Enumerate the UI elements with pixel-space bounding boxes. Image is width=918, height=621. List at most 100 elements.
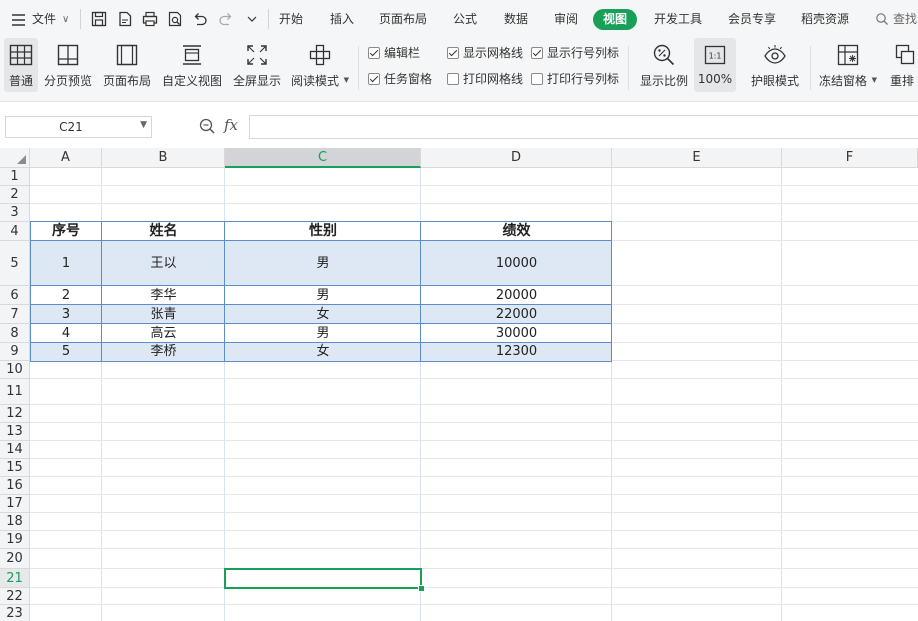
table-cell[interactable]: 女 [225,343,421,361]
row-header-17[interactable]: 17 [0,495,30,513]
row-header-14[interactable]: 14 [0,441,30,459]
table-cell[interactable]: 30000 [421,324,612,343]
table-cell[interactable]: 高云 [102,324,225,343]
row-header-16[interactable]: 16 [0,477,30,495]
row-header-6[interactable]: 6 [0,286,30,305]
select-all-corner[interactable] [0,148,30,168]
row-header-11[interactable]: 11 [0,379,30,405]
row-header-3[interactable]: 3 [0,204,30,222]
table-cell[interactable]: 王以 [102,241,225,286]
table-cell[interactable]: 李华 [102,286,225,305]
chevron-down-icon[interactable]: ∨ [62,12,69,28]
spreadsheet-grid[interactable]: A B C D E F 1 2 3 4 5 6 7 8 9 10 11 12 1… [0,148,918,621]
checkbox-unchecked[interactable] [447,73,459,85]
table-cell[interactable]: 5 [30,343,102,361]
tab-docer-resources[interactable]: 稻壳资源 [801,11,849,27]
row-header-13[interactable]: 13 [0,423,30,441]
reading-mode-dropdown-icon[interactable]: ▼ [344,76,349,84]
page-break-preview-button[interactable]: 分页预览 [42,38,94,92]
tab-member[interactable]: 会员专享 [728,11,776,27]
redo-icon[interactable] [217,10,235,28]
freeze-panes-dropdown-icon[interactable]: ▼ [872,76,877,84]
row-header-12[interactable]: 12 [0,405,30,423]
zoom-100-button[interactable]: 1:1 100% [694,38,736,92]
search-icon[interactable] [875,12,889,26]
undo-icon[interactable] [191,10,209,28]
file-menu[interactable]: 文件 [32,11,56,27]
table-cell[interactable]: 男 [225,241,421,286]
custom-view-button[interactable]: 自定义视图 [160,38,224,92]
checkbox-unchecked[interactable] [531,73,543,85]
row-header-5[interactable]: 5 [0,241,30,286]
customize-toolbar-icon[interactable] [243,10,261,28]
hamburger-menu-icon[interactable] [10,11,28,29]
column-header-d[interactable]: D [421,148,612,168]
tab-insert[interactable]: 插入 [330,11,354,27]
page-layout-view-button[interactable]: 页面布局 [100,38,154,92]
active-cell[interactable] [224,568,422,589]
row-header-7[interactable]: 7 [0,305,30,324]
checkbox-checked[interactable] [368,47,380,59]
tab-page-layout[interactable]: 页面布局 [379,11,427,27]
insert-function-icon[interactable]: fx [224,116,238,134]
formula-input[interactable] [249,115,918,139]
row-header-15[interactable]: 15 [0,459,30,477]
print-preview-icon[interactable] [166,10,184,28]
row-header-9[interactable]: 9 [0,343,30,361]
print-icon[interactable] [141,10,159,28]
search-label[interactable]: 查找 [893,11,917,27]
row-header-21[interactable]: 21 [0,569,30,588]
row-header-23[interactable]: 23 [0,605,30,621]
table-header-cell-index[interactable]: 序号 [30,222,102,241]
normal-view-button[interactable]: 普通 [4,38,38,92]
eye-protection-button[interactable]: 护眼模式 [746,38,804,92]
table-cell[interactable]: 女 [225,305,421,324]
tab-formulas[interactable]: 公式 [453,11,477,27]
table-cell[interactable]: 10000 [421,241,612,286]
row-header-4[interactable]: 4 [0,222,30,241]
table-header-cell-performance[interactable]: 绩效 [421,222,612,241]
tab-developer[interactable]: 开发工具 [654,11,702,27]
full-screen-button[interactable]: 全屏显示 [230,38,284,92]
checkbox-checked[interactable] [368,73,380,85]
checkbox-checked[interactable] [447,47,459,59]
column-header-c[interactable]: C [225,148,421,168]
column-header-f[interactable]: F [782,148,918,168]
row-header-22[interactable]: 22 [0,588,30,605]
column-header-e[interactable]: E [612,148,782,168]
row-header-20[interactable]: 20 [0,549,30,569]
rearrange-windows-button[interactable]: 重排 [884,38,918,92]
zoom-search-icon[interactable] [198,117,216,135]
table-cell[interactable]: 20000 [421,286,612,305]
table-cell[interactable]: 男 [225,324,421,343]
table-cell[interactable]: 12300 [421,343,612,361]
zoom-button[interactable]: 显示比例 [636,38,692,92]
tab-data[interactable]: 数据 [504,11,528,27]
save-icon[interactable] [90,10,108,28]
row-header-18[interactable]: 18 [0,513,30,531]
table-cell[interactable]: 1 [30,241,102,286]
name-box-dropdown-icon[interactable]: ▼ [140,120,147,130]
table-cell[interactable]: 2 [30,286,102,305]
row-header-19[interactable]: 19 [0,531,30,549]
table-cell[interactable]: 4 [30,324,102,343]
row-header-10[interactable]: 10 [0,361,30,379]
reading-mode-button[interactable]: 阅读模式 ▼ [289,38,351,92]
column-header-a[interactable]: A [30,148,102,168]
table-cell[interactable]: 3 [30,305,102,324]
tab-review[interactable]: 审阅 [554,11,578,27]
fill-handle[interactable] [418,585,425,592]
row-header-2[interactable]: 2 [0,186,30,204]
name-box[interactable]: C21 ▼ [5,116,152,138]
checkbox-checked[interactable] [531,47,543,59]
table-cell[interactable]: 男 [225,286,421,305]
column-header-b[interactable]: B [102,148,225,168]
tab-home[interactable]: 开始 [279,11,303,27]
freeze-panes-button[interactable]: 冻结窗格 ▼ [817,38,879,92]
table-cell[interactable]: 张青 [102,305,225,324]
table-cell[interactable]: 李桥 [102,343,225,361]
table-cell[interactable]: 22000 [421,305,612,324]
row-header-8[interactable]: 8 [0,324,30,343]
row-header-1[interactable]: 1 [0,168,30,186]
tab-view[interactable]: 视图 [593,9,637,30]
